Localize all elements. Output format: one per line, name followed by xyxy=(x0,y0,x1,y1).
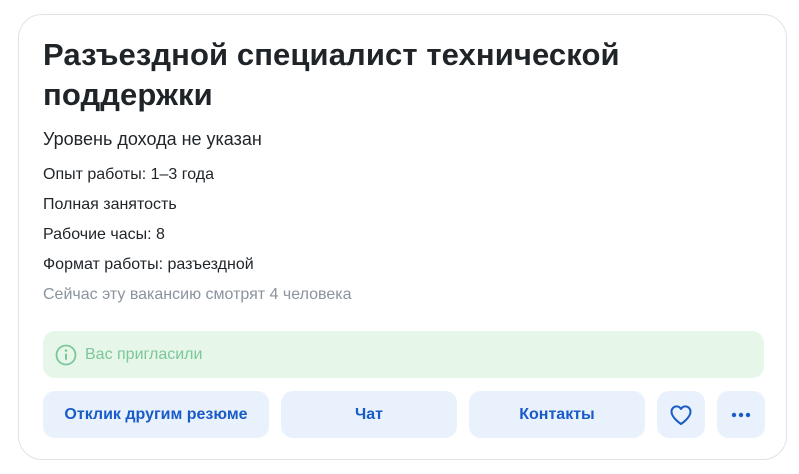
more-dots-icon xyxy=(731,412,751,418)
heart-icon xyxy=(669,404,693,426)
work-hours-text: Рабочие часы: 8 xyxy=(43,226,165,243)
watchers-count-text: Сейчас эту вакансию смотрят 4 человека xyxy=(43,286,352,303)
work-format-text: Формат работы: разъездной xyxy=(43,256,254,273)
vacancy-card: Разъездной специалист технической поддер… xyxy=(18,14,787,460)
respond-other-resume-button[interactable]: Отклик другим резюме xyxy=(43,391,269,438)
experience-text: Опыт работы: 1–3 года xyxy=(43,166,215,183)
chat-button[interactable]: Чат xyxy=(281,391,457,438)
invitation-status-text: Вас пригласили xyxy=(85,345,203,363)
salary-text: Уровень дохода не указан xyxy=(43,129,262,149)
favorite-button[interactable] xyxy=(657,391,705,438)
invitation-status-banner: Вас пригласили xyxy=(43,331,764,378)
employment-text: Полная занятость xyxy=(43,196,177,213)
vacancy-title[interactable]: Разъездной специалист технической поддер… xyxy=(43,35,743,115)
info-icon xyxy=(55,344,77,366)
more-options-button[interactable] xyxy=(717,391,765,438)
contacts-button[interactable]: Контакты xyxy=(469,391,645,438)
